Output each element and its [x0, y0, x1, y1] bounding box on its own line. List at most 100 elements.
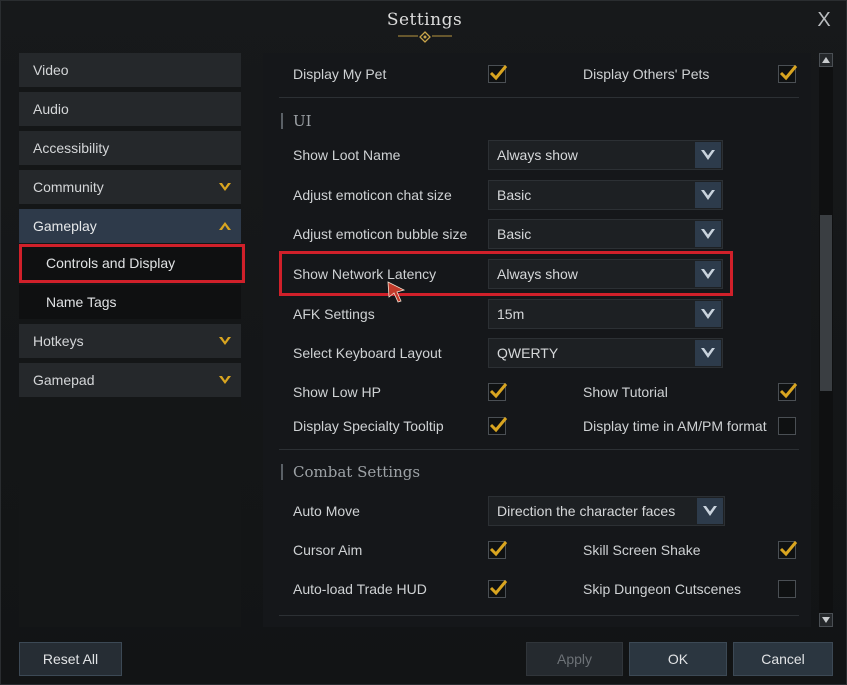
- checkmark-icon: [489, 417, 508, 433]
- emoticon-bubble-size-dropdown[interactable]: Basic: [488, 219, 723, 249]
- sidebar-item-label: Hotkeys: [33, 333, 84, 349]
- triangle-down-icon: [822, 617, 830, 623]
- skip-dungeon-cutscenes-label: Skip Dungeon Cutscenes: [583, 581, 741, 597]
- section-marker: [281, 464, 283, 480]
- cancel-button[interactable]: Cancel: [733, 642, 833, 676]
- specialty-tooltip-label: Display Specialty Tooltip: [293, 418, 444, 434]
- specialty-tooltip-checkbox[interactable]: [488, 417, 508, 435]
- keyboard-layout-label: Select Keyboard Layout: [293, 345, 442, 361]
- dropdown-button[interactable]: [697, 498, 723, 524]
- chevron-down-icon: [701, 229, 715, 239]
- show-tutorial-label: Show Tutorial: [583, 384, 668, 400]
- title-ornament-icon: [398, 31, 452, 43]
- sidebar-item-label: Accessibility: [33, 140, 110, 156]
- ampm-format-checkbox[interactable]: [778, 417, 796, 435]
- emoticon-bubble-size-label: Adjust emoticon bubble size: [293, 226, 468, 242]
- show-network-latency-label: Show Network Latency: [293, 266, 437, 282]
- chevron-down-icon: [701, 348, 715, 358]
- emoticon-chat-size-dropdown[interactable]: Basic: [488, 180, 723, 210]
- afk-settings-dropdown[interactable]: 15m: [488, 299, 723, 329]
- chevron-down-icon: [701, 269, 715, 279]
- checkmark-icon: [779, 541, 798, 557]
- sidebar: Video Audio Accessibility Community Game…: [19, 53, 241, 627]
- sidebar-item-hotkeys[interactable]: Hotkeys: [19, 324, 241, 358]
- show-network-latency-dropdown[interactable]: Always show: [488, 259, 723, 289]
- dropdown-button[interactable]: [695, 261, 721, 287]
- dropdown-value: Direction the character faces: [497, 503, 676, 519]
- sidebar-item-label: Name Tags: [46, 294, 117, 310]
- sidebar-item-label: Audio: [33, 101, 69, 117]
- dropdown-value: QWERTY: [497, 345, 559, 361]
- show-low-hp-checkbox[interactable]: [488, 383, 508, 401]
- show-loot-name-dropdown[interactable]: Always show: [488, 140, 723, 170]
- checkmark-icon: [489, 580, 508, 596]
- sidebar-item-video[interactable]: Video: [19, 53, 241, 87]
- chevron-down-icon: [701, 150, 715, 160]
- sidebar-item-gamepad[interactable]: Gamepad: [19, 363, 241, 397]
- sidebar-item-community[interactable]: Community: [19, 170, 241, 204]
- auto-load-trade-hud-checkbox[interactable]: [488, 580, 508, 598]
- section-title-ui: UI: [293, 112, 312, 130]
- sidebar-item-label: Community: [33, 179, 104, 195]
- sidebar-subitem-controls-and-display[interactable]: Controls and Display: [19, 246, 241, 280]
- chevron-down-icon: [219, 376, 231, 384]
- triangle-up-icon: [822, 57, 830, 63]
- close-icon[interactable]: X: [814, 10, 834, 30]
- reset-all-button[interactable]: Reset All: [19, 642, 122, 676]
- section-marker: [281, 113, 283, 129]
- auto-move-dropdown[interactable]: Direction the character faces: [488, 496, 725, 526]
- chevron-up-icon: [219, 222, 231, 230]
- display-others-pets-label: Display Others' Pets: [583, 66, 710, 82]
- display-my-pet-checkbox[interactable]: [488, 65, 508, 83]
- chevron-down-icon: [701, 309, 715, 319]
- scroll-down-button[interactable]: [819, 613, 833, 627]
- sidebar-item-audio[interactable]: Audio: [19, 92, 241, 126]
- scrollbar-thumb[interactable]: [820, 215, 832, 391]
- keyboard-layout-dropdown[interactable]: QWERTY: [488, 338, 723, 368]
- auto-move-label: Auto Move: [293, 503, 360, 519]
- scroll-up-button[interactable]: [819, 53, 833, 67]
- sidebar-item-gameplay[interactable]: Gameplay: [19, 209, 241, 243]
- dropdown-button[interactable]: [695, 301, 721, 327]
- dropdown-button[interactable]: [695, 221, 721, 247]
- title-bar: Settings X: [1, 1, 847, 43]
- section-divider: [279, 615, 799, 616]
- chevron-down-icon: [219, 337, 231, 345]
- display-others-pets-checkbox[interactable]: [778, 65, 798, 83]
- sidebar-item-label: Gameplay: [33, 218, 97, 234]
- skill-screen-shake-label: Skill Screen Shake: [583, 542, 701, 558]
- chevron-down-icon: [219, 183, 231, 191]
- cursor-aim-label: Cursor Aim: [293, 542, 363, 558]
- show-tutorial-checkbox[interactable]: [778, 383, 798, 401]
- ampm-format-label: Display time in AM/PM format: [583, 418, 767, 434]
- checkmark-icon: [779, 383, 798, 399]
- show-loot-name-label: Show Loot Name: [293, 147, 401, 163]
- settings-content-panel: Display My Pet Display Others' Pets UI S…: [263, 53, 811, 627]
- checkmark-icon: [489, 383, 508, 399]
- sidebar-subitem-name-tags[interactable]: Name Tags: [19, 285, 241, 319]
- ok-button[interactable]: OK: [629, 642, 727, 676]
- dropdown-value: Basic: [497, 226, 532, 242]
- chevron-down-icon: [703, 506, 717, 516]
- dropdown-value: Basic: [497, 187, 532, 203]
- dropdown-value: 15m: [497, 306, 525, 322]
- show-low-hp-label: Show Low HP: [293, 384, 381, 400]
- dropdown-value: Always show: [497, 147, 578, 163]
- sidebar-item-label: Controls and Display: [46, 255, 176, 271]
- dropdown-button[interactable]: [695, 182, 721, 208]
- display-my-pet-label: Display My Pet: [293, 66, 387, 82]
- skip-dungeon-cutscenes-checkbox[interactable]: [778, 580, 796, 598]
- dropdown-button[interactable]: [695, 142, 721, 168]
- checkmark-icon: [489, 65, 508, 81]
- sidebar-item-accessibility[interactable]: Accessibility: [19, 131, 241, 165]
- skill-screen-shake-checkbox[interactable]: [778, 541, 798, 559]
- apply-button[interactable]: Apply: [526, 642, 623, 676]
- cursor-aim-checkbox[interactable]: [488, 541, 508, 559]
- section-title-combat: Combat Settings: [293, 463, 421, 481]
- sidebar-item-label: Gamepad: [33, 372, 95, 388]
- dropdown-button[interactable]: [695, 340, 721, 366]
- section-divider: [279, 97, 799, 98]
- chevron-down-icon: [701, 190, 715, 200]
- checkmark-icon: [489, 541, 508, 557]
- checkmark-icon: [779, 65, 798, 81]
